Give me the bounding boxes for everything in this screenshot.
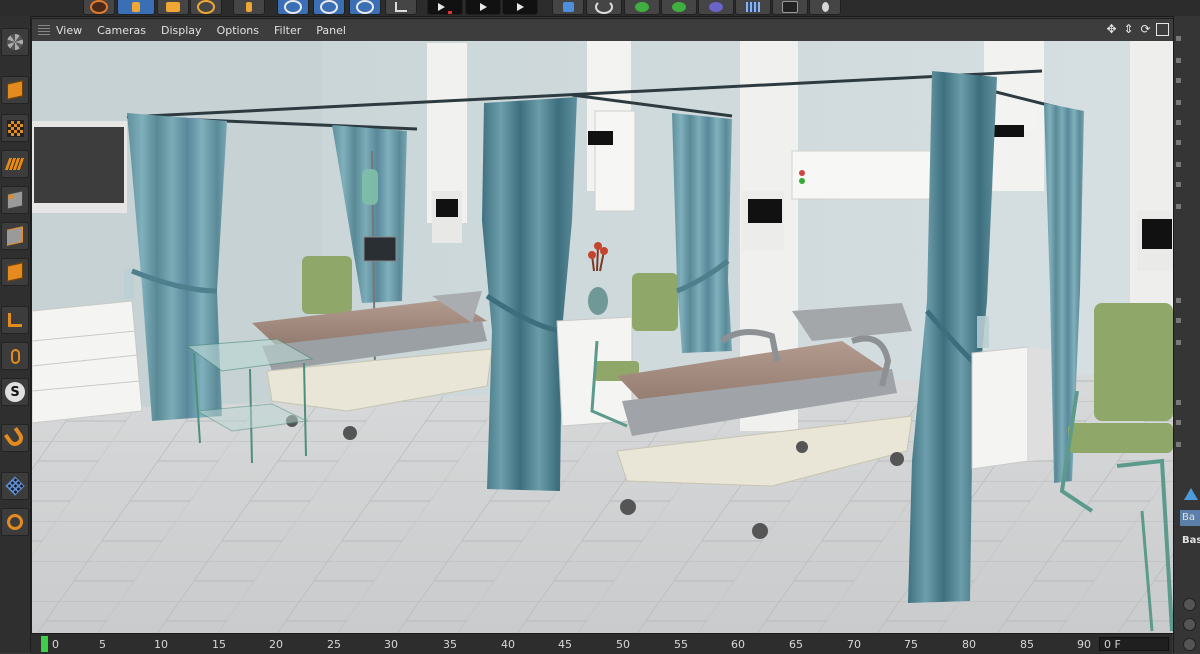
orbit-icon[interactable]: ⟳ bbox=[1139, 23, 1152, 36]
edges-mode-icon[interactable] bbox=[1, 222, 29, 250]
tree-node-icon[interactable] bbox=[1176, 78, 1181, 83]
tick-label: 10 bbox=[154, 638, 168, 651]
workplane-mode-icon[interactable] bbox=[1, 150, 29, 178]
axis-mode-icon[interactable] bbox=[1, 306, 29, 334]
workplane-lock-icon[interactable] bbox=[1, 472, 29, 500]
solo-mode-icon[interactable] bbox=[1, 508, 29, 536]
tick-label: 60 bbox=[731, 638, 745, 651]
tree-node-icon[interactable] bbox=[1176, 400, 1181, 405]
tick-label: 55 bbox=[674, 638, 688, 651]
camera-icon[interactable] bbox=[772, 0, 808, 15]
object-manager-panel: Ba Bas bbox=[1173, 16, 1200, 653]
tree-node-icon[interactable] bbox=[1176, 442, 1181, 447]
cloner-icon[interactable] bbox=[661, 0, 697, 15]
current-frame-field[interactable]: 0 F bbox=[1099, 637, 1169, 651]
tree-node-icon[interactable] bbox=[1176, 182, 1181, 187]
tick-label: 25 bbox=[327, 638, 341, 651]
z-axis-lock-icon[interactable] bbox=[349, 0, 381, 15]
tree-node-icon[interactable] bbox=[1176, 340, 1181, 345]
tweak-mode-icon[interactable] bbox=[1, 342, 29, 370]
texture-mode-icon[interactable] bbox=[1, 114, 29, 142]
tick-label: 20 bbox=[269, 638, 283, 651]
tree-node-icon[interactable] bbox=[1176, 204, 1181, 209]
tick-label: 85 bbox=[1020, 638, 1034, 651]
mode-palette: S bbox=[0, 16, 31, 653]
live-selection-icon[interactable] bbox=[233, 0, 265, 15]
undo-icon[interactable] bbox=[83, 0, 115, 15]
radio-button[interactable] bbox=[1183, 618, 1196, 631]
tick-label: 0 bbox=[52, 638, 59, 651]
render-to-viewer-icon[interactable] bbox=[465, 0, 501, 15]
rotate-icon[interactable] bbox=[190, 0, 222, 15]
maximize-icon[interactable] bbox=[1156, 23, 1169, 36]
tick-label: 65 bbox=[789, 638, 803, 651]
render-settings-icon[interactable] bbox=[502, 0, 538, 15]
tree-node-icon[interactable] bbox=[1176, 318, 1181, 323]
tick-label: 40 bbox=[501, 638, 515, 651]
menu-cameras[interactable]: Cameras bbox=[97, 24, 146, 37]
menu-panel[interactable]: Panel bbox=[316, 24, 346, 37]
tick-label: 80 bbox=[962, 638, 976, 651]
move-icon[interactable] bbox=[117, 0, 155, 15]
tick-label: 50 bbox=[616, 638, 630, 651]
radio-button[interactable] bbox=[1183, 598, 1196, 611]
main-toolbar bbox=[0, 0, 1200, 17]
hospital-ward-render[interactable] bbox=[32, 41, 1173, 633]
tree-node-icon[interactable] bbox=[1176, 120, 1181, 125]
attributes-triangle-icon[interactable] bbox=[1184, 488, 1198, 500]
timeline-ruler[interactable]: 0 5 10 15 20 25 30 35 40 45 50 55 60 65 … bbox=[31, 633, 1172, 654]
viewport-menubar: View Cameras Display Options Filter Pane… bbox=[32, 19, 1173, 41]
tick-label: 45 bbox=[558, 638, 572, 651]
tick-label: 35 bbox=[443, 638, 457, 651]
render-region-icon[interactable] bbox=[427, 0, 463, 15]
light-icon[interactable] bbox=[809, 0, 841, 15]
tree-node-icon[interactable] bbox=[1176, 420, 1181, 425]
menu-display[interactable]: Display bbox=[161, 24, 202, 37]
y-axis-lock-icon[interactable] bbox=[313, 0, 345, 15]
menu-view[interactable]: View bbox=[56, 24, 82, 37]
menu-filter[interactable]: Filter bbox=[274, 24, 301, 37]
tree-node-icon[interactable] bbox=[1176, 162, 1181, 167]
cube-primitive-icon[interactable] bbox=[552, 0, 584, 15]
tree-node-icon[interactable] bbox=[1176, 100, 1181, 105]
panel-grip-icon[interactable] bbox=[38, 25, 50, 35]
tick-label: 90 bbox=[1077, 638, 1091, 651]
snap-icon[interactable]: S bbox=[1, 378, 29, 406]
polygons-mode-icon[interactable] bbox=[1, 258, 29, 286]
deformer-icon[interactable] bbox=[698, 0, 734, 15]
menu-options[interactable]: Options bbox=[217, 24, 259, 37]
coordinate-system-icon[interactable] bbox=[385, 0, 417, 15]
viewport-navigation: ✥ ⇕ ⟳ bbox=[1105, 23, 1169, 36]
make-editable-icon[interactable] bbox=[1, 28, 29, 56]
tree-node-icon[interactable] bbox=[1176, 58, 1181, 63]
scale-icon[interactable] bbox=[157, 0, 189, 15]
tree-node-icon[interactable] bbox=[1176, 140, 1181, 145]
attributes-section-label: Bas bbox=[1182, 535, 1200, 546]
attributes-tab[interactable]: Ba bbox=[1180, 510, 1200, 526]
magnet-icon[interactable] bbox=[1, 424, 29, 452]
perspective-viewport[interactable]: View Cameras Display Options Filter Pane… bbox=[31, 18, 1174, 634]
radio-button[interactable] bbox=[1183, 638, 1196, 651]
floor-environment-icon[interactable] bbox=[735, 0, 771, 15]
points-mode-icon[interactable] bbox=[1, 186, 29, 214]
tree-node-icon[interactable] bbox=[1176, 36, 1181, 41]
timeline-playhead[interactable] bbox=[41, 636, 48, 652]
tick-label: 15 bbox=[212, 638, 226, 651]
tree-node-icon[interactable] bbox=[1176, 298, 1181, 303]
pan-icon[interactable]: ✥ bbox=[1105, 23, 1118, 36]
tick-label: 30 bbox=[384, 638, 398, 651]
x-axis-lock-icon[interactable] bbox=[277, 0, 309, 15]
tick-label: 75 bbox=[904, 638, 918, 651]
subdivision-surface-icon[interactable] bbox=[624, 0, 660, 15]
zoom-icon[interactable]: ⇕ bbox=[1122, 23, 1135, 36]
tick-label: 70 bbox=[847, 638, 861, 651]
tick-label: 5 bbox=[99, 638, 106, 651]
model-mode-icon[interactable] bbox=[1, 76, 29, 104]
spline-pen-icon[interactable] bbox=[586, 0, 622, 15]
